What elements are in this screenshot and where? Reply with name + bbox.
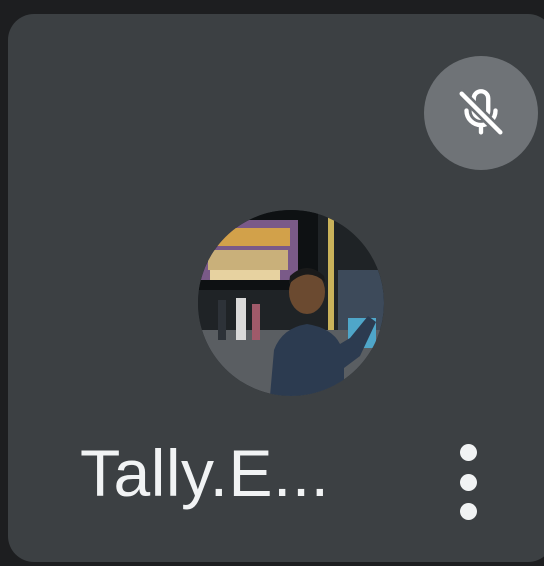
more-vertical-icon-dot-2 xyxy=(459,473,477,491)
mic-off-indicator xyxy=(424,56,538,170)
participant-tile[interactable]: Tally.E... xyxy=(8,14,544,562)
mic-off-icon xyxy=(456,88,506,138)
participant-name: Tally.E... xyxy=(80,436,330,510)
more-options-button[interactable] xyxy=(440,434,496,530)
avatar-photo xyxy=(198,210,384,396)
more-vertical-icon-dot-3 xyxy=(459,503,477,520)
avatar xyxy=(198,210,384,396)
more-vertical-icon-dot-1 xyxy=(459,444,477,461)
